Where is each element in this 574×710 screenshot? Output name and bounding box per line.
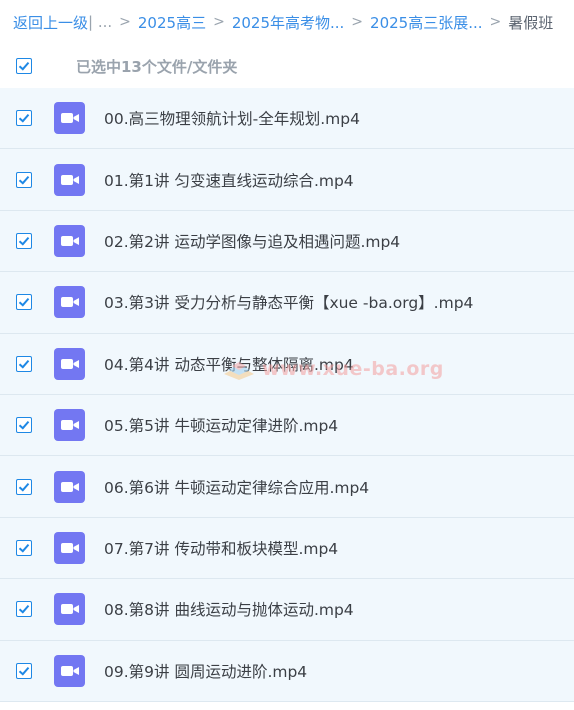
file-row[interactable]: 01.第1讲 匀变速直线运动综合.mp4 <box>0 149 574 211</box>
file-checkbox[interactable] <box>16 662 32 679</box>
file-checkbox[interactable] <box>16 539 32 556</box>
checkmark-icon <box>18 175 30 185</box>
file-name[interactable]: 09.第9讲 圆周运动进阶.mp4 <box>104 660 307 682</box>
file-name[interactable]: 00.高三物理领航计划-全年规划.mp4 <box>104 107 360 129</box>
file-checkbox[interactable] <box>16 294 32 311</box>
breadcrumb-separator: > <box>351 14 364 30</box>
file-row[interactable]: 07.第7讲 传动带和板块模型.mp4 <box>0 517 574 580</box>
file-checkbox[interactable] <box>16 232 32 249</box>
file-row[interactable]: 03.第3讲 受力分析与静态平衡【xue -ba.org】.mp4 <box>0 272 574 334</box>
checkmark-icon <box>18 359 30 369</box>
file-list: 00.高三物理领航计划-全年规划.mp4 01.第1讲 匀变速直线运动综合.mp4… <box>0 88 574 702</box>
video-camera-icon <box>54 163 85 196</box>
back-link[interactable]: 返回上一级 <box>13 12 88 33</box>
breadcrumb-separator: > <box>119 14 131 30</box>
checkmark-icon <box>18 61 30 71</box>
select-all-checkbox[interactable] <box>16 58 32 74</box>
breadcrumb-separator: > <box>213 14 225 30</box>
file-checkbox[interactable] <box>16 355 32 372</box>
checkmark-icon <box>18 236 30 246</box>
video-camera-icon <box>54 654 85 687</box>
file-row[interactable]: 08.第8讲 曲线运动与抛体运动.mp4 <box>0 579 574 641</box>
file-name[interactable]: 02.第2讲 运动学图像与追及相遇问题.mp4 <box>104 230 400 252</box>
file-name[interactable]: 06.第6讲 牛顿运动定律综合应用.mp4 <box>104 476 369 498</box>
file-name[interactable]: 05.第5讲 牛顿运动定律进阶.mp4 <box>104 414 338 436</box>
breadcrumb-item-1[interactable]: 2025高三 <box>138 12 206 33</box>
breadcrumb-current: 暑假班 <box>508 13 554 32</box>
file-name[interactable]: 01.第1讲 匀变速直线运动综合.mp4 <box>104 169 354 191</box>
selection-count-text: 已选中13个文件/文件夹 <box>76 57 238 76</box>
selection-bar: 已选中13个文件/文件夹 <box>0 44 574 88</box>
breadcrumb: 返回上一级 | ... > 2025高三 > 2025年高考物... > 202… <box>0 0 574 44</box>
breadcrumb-ellipsis[interactable]: | ... <box>88 13 112 31</box>
file-row[interactable]: 04.第4讲 动态平衡与整体隔离.mp4 <box>0 333 574 395</box>
file-checkbox[interactable] <box>16 417 32 434</box>
file-name[interactable]: 03.第3讲 受力分析与静态平衡【xue -ba.org】.mp4 <box>104 291 473 313</box>
breadcrumb-item-3[interactable]: 2025高三张展... <box>370 12 482 33</box>
checkmark-icon <box>18 298 30 307</box>
video-camera-icon <box>54 286 85 319</box>
file-name[interactable]: 07.第7讲 传动带和板块模型.mp4 <box>104 537 338 559</box>
file-name[interactable]: 04.第4讲 动态平衡与整体隔离.mp4 <box>104 353 354 375</box>
checkmark-icon <box>18 114 30 123</box>
checkmark-icon <box>18 482 30 492</box>
breadcrumb-item-2[interactable]: 2025年高考物... <box>232 12 344 33</box>
checkmark-icon <box>18 543 30 553</box>
file-row[interactable]: 06.第6讲 牛顿运动定律综合应用.mp4 <box>0 456 574 518</box>
video-camera-icon <box>54 593 85 626</box>
breadcrumb-separator: > <box>489 14 502 30</box>
file-checkbox[interactable] <box>16 601 32 618</box>
file-checkbox[interactable] <box>16 171 32 188</box>
video-camera-icon <box>54 102 85 135</box>
file-checkbox[interactable] <box>16 110 32 127</box>
video-camera-icon <box>54 531 85 564</box>
file-row[interactable]: 05.第5讲 牛顿运动定律进阶.mp4 <box>0 394 574 457</box>
checkmark-icon <box>18 666 30 676</box>
video-camera-icon <box>54 224 85 257</box>
file-row[interactable]: 02.第2讲 运动学图像与追及相遇问题.mp4 <box>0 210 574 273</box>
file-row[interactable]: 00.高三物理领航计划-全年规划.mp4 <box>0 88 574 150</box>
video-camera-icon <box>54 470 85 503</box>
checkmark-icon <box>18 605 30 614</box>
video-camera-icon <box>54 409 85 442</box>
file-row[interactable]: 09.第9讲 圆周运动进阶.mp4 <box>0 640 574 702</box>
checkmark-icon <box>18 421 30 430</box>
video-camera-icon <box>54 347 85 380</box>
file-name[interactable]: 08.第8讲 曲线运动与抛体运动.mp4 <box>104 598 354 620</box>
file-checkbox[interactable] <box>16 478 32 495</box>
